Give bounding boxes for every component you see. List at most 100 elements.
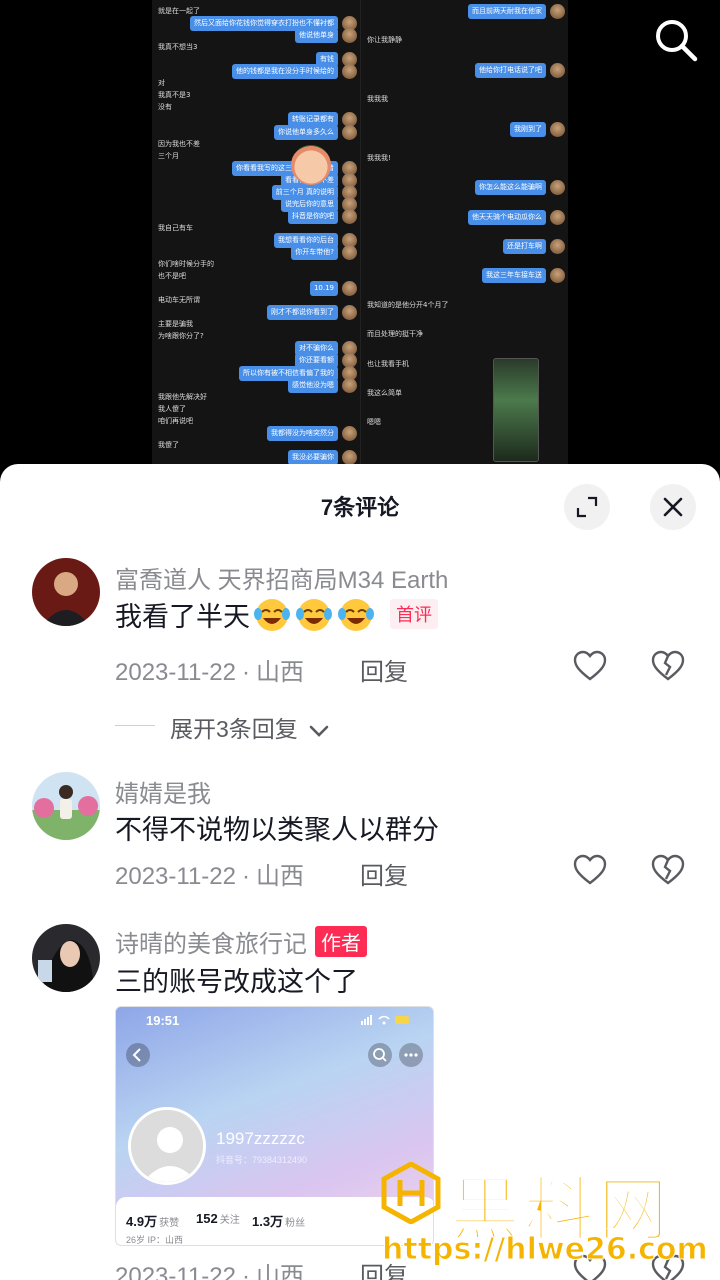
chat-column-left: 就是在一起了 然后又面给你花钱你觉得穿衣打扮也不懂衬都 他说他单身 我真不想当3 有钱他… xyxy=(152,0,360,470)
comment-location: 山西 xyxy=(255,863,304,890)
chat-avatar xyxy=(342,245,357,260)
chat-avatar xyxy=(550,180,565,195)
comment-username[interactable]: 婧婧是我 xyxy=(115,774,211,809)
chat-avatar xyxy=(342,378,357,393)
reply-button[interactable]: 回复 xyxy=(360,856,408,891)
chat-message: 我刚到了 xyxy=(510,122,546,137)
chat-avatar xyxy=(342,125,357,140)
chevron-down-icon xyxy=(309,725,329,737)
stat-following: 152 关注 xyxy=(196,1211,240,1226)
avatar[interactable] xyxy=(32,558,100,626)
default-avatar-icon xyxy=(128,1107,206,1185)
chat-message: 而且处理的挺干净 xyxy=(367,330,423,338)
chat-avatar xyxy=(342,209,357,224)
avatar[interactable] xyxy=(32,924,100,992)
broken-heart-icon xyxy=(651,650,685,681)
crying-laughing-emoji xyxy=(294,594,334,634)
comment-username[interactable]: 富喬道人 天界招商局M34 Earth xyxy=(115,560,448,595)
search-icon xyxy=(368,1043,392,1067)
meta-separator: · xyxy=(241,863,250,890)
chat-message: 我没必要骗你 xyxy=(288,450,338,465)
like-button[interactable] xyxy=(572,648,608,684)
chat-message: 为啥跟你分了? xyxy=(158,332,204,340)
dislike-button[interactable] xyxy=(650,648,686,684)
comment-date: 2023-11-22 xyxy=(115,1263,236,1280)
like-button[interactable] xyxy=(572,852,608,888)
profile-tags: 26岁 IP：山西 xyxy=(126,1235,184,1245)
video-player[interactable]: 就是在一起了 然后又面给你花钱你觉得穿衣打扮也不懂衬都 他说他单身 我真不想当3 有钱他… xyxy=(0,0,720,480)
chat-avatar xyxy=(550,268,565,283)
site-watermark: 黑料网 https://hlwe26.com xyxy=(378,1150,720,1280)
chat-message: 他给你打电话说了吧 xyxy=(475,63,546,78)
watermark-url: https://hlwe26.com xyxy=(382,1232,709,1268)
chat-message: 你怎么能这么能骗啊 xyxy=(475,180,546,195)
status-bar-icons xyxy=(361,1015,409,1025)
chat-avatar xyxy=(342,281,357,296)
chat-message: 我这么简单 xyxy=(367,389,402,397)
profile-id: 抖音号：79384312490 xyxy=(216,1155,308,1165)
chat-message: 10.19 xyxy=(309,281,338,296)
chat-message: 还是打车啊 xyxy=(503,239,546,254)
reply-button[interactable]: 回复 xyxy=(360,652,408,687)
dislike-button[interactable] xyxy=(650,852,686,888)
comment-count-title: 7条评论 xyxy=(320,495,400,520)
comment-username-row: 诗晴的美食旅行记 作者 xyxy=(115,924,367,959)
chat-message: 也不是吧 xyxy=(158,272,186,280)
search-button[interactable] xyxy=(652,16,700,64)
chat-message: 而且前两天耐我在他家 xyxy=(468,4,546,19)
watermark-logo-icon xyxy=(381,1162,441,1224)
comment-username[interactable]: 诗晴的美食旅行记 xyxy=(115,924,307,959)
close-button[interactable] xyxy=(650,484,696,530)
chat-avatar xyxy=(342,28,357,43)
chat-avatar xyxy=(550,63,565,78)
profile-name: 1997zzzzzc xyxy=(216,1129,305,1148)
crying-laughing-emoji xyxy=(252,594,292,634)
chat-message: 我傻了 xyxy=(158,441,179,449)
crying-meme-sticker xyxy=(291,145,331,185)
avatar[interactable] xyxy=(32,772,100,840)
chat-message: 我知道的是他分开4个月了 xyxy=(367,301,449,309)
meta-separator: · xyxy=(241,659,250,686)
chat-avatar xyxy=(550,122,565,137)
fullscreen-button[interactable] xyxy=(564,484,610,530)
first-comment-badge: 首评 xyxy=(390,599,438,629)
author-badge: 作者 xyxy=(315,926,367,957)
comment-meta: 2023-11-22 · 山西 xyxy=(115,1256,304,1280)
phone-screenshot-thumbnail xyxy=(493,358,539,462)
chat-message: 你说他单身多久么 xyxy=(274,125,338,140)
chat-message: 咱们再说吧 xyxy=(158,417,193,425)
chat-avatar xyxy=(550,210,565,225)
broken-heart-icon xyxy=(651,854,685,885)
close-icon xyxy=(663,497,683,517)
chat-avatar xyxy=(342,426,357,441)
chat-message: 感觉他没为嗯 xyxy=(288,378,338,393)
chat-message: 没有 xyxy=(158,103,172,111)
chat-avatar xyxy=(550,4,565,19)
expand-icon xyxy=(576,496,598,518)
stat-followers: 1.3万 粉丝 xyxy=(252,1214,306,1229)
chat-message: 他天天骑个电动瓜你么 xyxy=(468,210,546,225)
embed-status-time: 19:51 xyxy=(146,1013,180,1028)
chat-avatar xyxy=(342,450,357,465)
comment-text: 三的账号改成这个了 xyxy=(115,967,358,997)
meta-separator: · xyxy=(241,1263,250,1280)
expand-divider xyxy=(115,725,155,726)
chat-message: 电动车无所谓 xyxy=(158,296,200,304)
chat-avatar xyxy=(550,239,565,254)
stat-likes: 4.9万 获赞 xyxy=(126,1214,180,1229)
comment-text-row: 我看了半天 首评 xyxy=(115,594,438,634)
expand-replies-button[interactable]: 展开3条回复 xyxy=(170,710,330,744)
comment-date: 2023-11-22 xyxy=(115,659,236,686)
comment-meta: 2023-11-22 · 山西 xyxy=(115,856,304,891)
back-icon xyxy=(126,1043,150,1067)
chat-message: 他说他单身 xyxy=(295,28,338,43)
chat-screenshot: 就是在一起了 然后又面给你花钱你觉得穿衣打扮也不懂衬都 他说他单身 我真不想当3 有钱他… xyxy=(152,0,568,470)
search-icon xyxy=(656,20,698,62)
comment-text: 不得不说物以类聚人以群分 xyxy=(115,815,439,845)
chat-message: 你让我静静 xyxy=(367,36,402,44)
chat-message: 我我我 xyxy=(367,95,388,103)
chat-message: 三个月 xyxy=(158,152,179,160)
chat-message: 我这三年车接车送 xyxy=(482,268,546,283)
chat-avatar xyxy=(342,64,357,79)
chat-message: 他的钱都是我在没分手时候给的 xyxy=(232,64,338,79)
